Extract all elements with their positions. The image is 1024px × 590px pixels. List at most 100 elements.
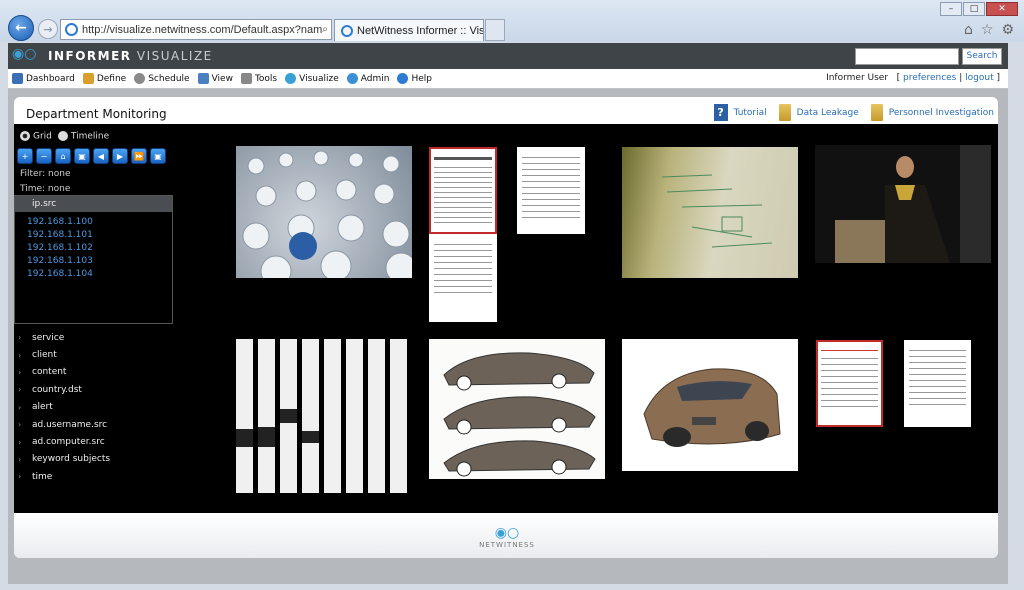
browser-chrome: ← → http://visualize.netwitness.com/Defa… xyxy=(0,0,1024,42)
chevron-right-icon: › xyxy=(18,350,22,360)
netwitness-logo-icon: ◉○ xyxy=(12,46,37,62)
brand-informer: INFORMER xyxy=(48,49,132,63)
personnel-investigation-link[interactable]: Personnel Investigation xyxy=(889,108,994,118)
car-render-image xyxy=(643,368,781,447)
thumbnail-whiteboard[interactable] xyxy=(622,147,798,278)
facet-client[interactable]: › client xyxy=(18,346,110,363)
facet-alert[interactable]: › alert xyxy=(18,399,110,416)
whiteboard-image xyxy=(661,174,773,248)
dashboard-icon xyxy=(12,73,23,84)
menu-view[interactable]: View xyxy=(197,73,233,84)
menu-admin[interactable]: Admin xyxy=(346,73,389,84)
grid-radio[interactable]: Grid xyxy=(20,131,52,142)
new-tab-button[interactable] xyxy=(485,19,505,41)
address-controls[interactable]: ⌕ ▾ ↻ ✕ xyxy=(322,24,331,35)
thumbnail-document-selected[interactable] xyxy=(429,147,497,234)
wrench-icon xyxy=(240,73,252,84)
radio-icon xyxy=(57,131,68,141)
ip-src-panel: ip.src 192.168.1.100 192.168.1.101 192.1… xyxy=(14,195,173,324)
spheres-image xyxy=(242,150,412,278)
canvas-toolbar: + − ⌂ ▣ ◀ ▶ ⏩ ▣ xyxy=(17,148,166,164)
timeline-radio[interactable]: Timeline xyxy=(57,131,109,142)
ip-src-value[interactable]: 192.168.1.104 xyxy=(27,269,172,282)
fit-icon[interactable]: ▣ xyxy=(74,148,90,164)
time-status: Time: none xyxy=(20,184,71,194)
menu-schedule[interactable]: Schedule xyxy=(134,73,190,84)
chevron-right-icon: › xyxy=(18,385,22,395)
speaker-image xyxy=(835,145,991,263)
chevron-right-icon: › xyxy=(18,333,22,343)
facet-ad-username-src[interactable]: › ad.username.src xyxy=(18,416,110,433)
logout-link[interactable]: logout xyxy=(965,73,993,83)
pencil-icon xyxy=(82,73,94,84)
monitor-icon xyxy=(197,73,209,84)
facet-service[interactable]: › service xyxy=(18,329,110,346)
lock-icon[interactable]: ▣ xyxy=(150,148,166,164)
play-icon[interactable]: ▶ xyxy=(112,148,128,164)
netwitness-logo-icon: ◉○ xyxy=(494,525,520,541)
chevron-right-icon: › xyxy=(18,454,22,464)
home-icon[interactable]: ⌂ xyxy=(964,22,973,38)
tutorial-help-icon: ? xyxy=(713,104,728,121)
ip-src-value[interactable]: 192.168.1.102 xyxy=(27,243,172,256)
thumbnail-speaker[interactable] xyxy=(815,145,991,263)
menu-visualize[interactable]: Visualize xyxy=(285,73,339,84)
panel-links: ? Tutorial Data Leakage Personnel Invest… xyxy=(713,104,994,121)
home-icon[interactable]: ⌂ xyxy=(55,148,71,164)
thumbnail-document[interactable] xyxy=(429,234,497,322)
facet-ad-computer-src[interactable]: › ad.computer.src xyxy=(18,433,110,450)
preferences-link[interactable]: preferences xyxy=(903,73,956,83)
facet-content[interactable]: › content xyxy=(18,364,110,381)
tutorial-link[interactable]: Tutorial xyxy=(734,108,767,118)
thumbnail-document-strip[interactable] xyxy=(236,339,408,493)
ip-src-value[interactable]: 192.168.1.101 xyxy=(27,230,172,243)
close-icon[interactable]: ✕ xyxy=(986,2,1018,16)
settings-gear-icon[interactable]: ⚙ xyxy=(1001,22,1014,38)
facet-keyword-subjects[interactable]: › keyword subjects xyxy=(18,451,110,468)
chevron-right-icon: › xyxy=(18,472,22,482)
brand-visualize: VISUALIZE xyxy=(136,49,213,63)
page-title: Department Monitoring xyxy=(26,107,167,121)
facet-time[interactable]: › time xyxy=(18,468,110,485)
window-controls: – □ ✕ xyxy=(940,2,1018,16)
forward-button[interactable]: → xyxy=(38,19,58,39)
first-icon[interactable]: ◀ xyxy=(93,148,109,164)
zoom-in-icon[interactable]: + xyxy=(17,148,33,164)
search-button[interactable]: Search xyxy=(962,48,1002,65)
thumbnail-document[interactable] xyxy=(517,147,585,234)
thumbnail-car-render[interactable] xyxy=(622,339,798,471)
minimize-icon[interactable]: – xyxy=(940,2,962,16)
zoom-out-icon[interactable]: − xyxy=(36,148,52,164)
search-input[interactable] xyxy=(855,48,959,65)
menu-dashboard[interactable]: Dashboard xyxy=(12,73,75,84)
user-name: Informer User xyxy=(826,73,889,83)
ie-icon xyxy=(65,23,78,36)
tab-title: NetWitness Informer :: Vis... xyxy=(357,24,484,37)
menu-tools[interactable]: Tools xyxy=(240,73,277,84)
ip-src-value[interactable]: 192.168.1.100 xyxy=(27,217,172,230)
help-icon xyxy=(397,73,409,84)
ie-icon xyxy=(341,24,353,37)
thumbnail-document-selected[interactable] xyxy=(816,340,883,427)
clock-icon xyxy=(134,73,146,84)
thumbnail-spheres[interactable] xyxy=(236,146,412,278)
address-bar[interactable]: http://visualize.netwitness.com/Default.… xyxy=(60,19,332,40)
main-menu: Dashboard Define Schedule View Tools Vis… xyxy=(8,69,1008,89)
data-leakage-link[interactable]: Data Leakage xyxy=(797,108,859,118)
thumbnail-document[interactable] xyxy=(904,340,971,427)
facet-country-dst[interactable]: › country.dst xyxy=(18,381,110,398)
favorites-icon[interactable]: ☆ xyxy=(981,22,994,38)
ip-src-header: ip.src xyxy=(15,196,172,212)
last-icon[interactable]: ⏩ xyxy=(131,148,147,164)
menu-help[interactable]: Help xyxy=(397,73,432,84)
back-button[interactable]: ← xyxy=(8,15,34,41)
ip-src-value[interactable]: 192.168.1.103 xyxy=(27,256,172,269)
browser-tab[interactable]: NetWitness Informer :: Vis... ✕ xyxy=(334,19,484,41)
document-strip-image xyxy=(236,339,407,493)
menu-define[interactable]: Define xyxy=(82,73,126,84)
thumbnail-car-sketches[interactable] xyxy=(429,339,605,479)
facet-list: › service › client › content › country.dst ›… xyxy=(18,329,110,486)
maximize-icon[interactable]: □ xyxy=(963,2,985,16)
view-mode-radios: Grid Timeline xyxy=(20,131,109,142)
browser-tools: ⌂ ☆ ⚙ xyxy=(964,22,1014,38)
